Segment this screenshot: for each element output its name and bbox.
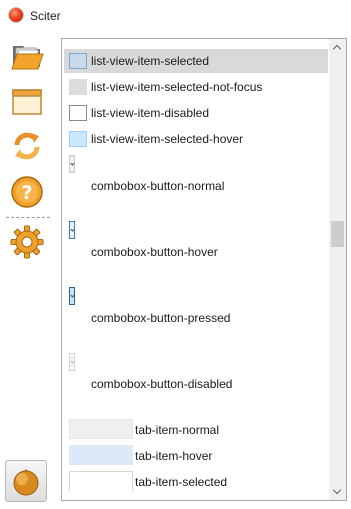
list-item-label: list-view-item-disabled: [91, 106, 210, 120]
vertical-scrollbar[interactable]: [329, 39, 346, 500]
window-button[interactable]: [8, 83, 46, 121]
settings-button[interactable]: [8, 223, 46, 261]
title-bar: Sciter: [0, 0, 351, 32]
list-item-label: combobox-button-normal: [91, 179, 225, 193]
tab-item-selected-swatch: [69, 471, 133, 491]
list-item[interactable]: combobox-button-normal: [64, 155, 328, 195]
combobox-button-pressed-glyph: [69, 287, 75, 305]
refresh-button[interactable]: [8, 127, 46, 165]
tab-item-hover-swatch: [69, 445, 133, 465]
list-item[interactable]: combobox-button-disabled: [64, 353, 328, 393]
folder-open-button[interactable]: [8, 37, 46, 75]
list-item-label: tab-item-normal: [135, 423, 220, 437]
scroll-up-button[interactable]: [329, 39, 346, 56]
list-item[interactable]: combobox-button-hover: [64, 221, 328, 261]
list-item[interactable]: tab-item-selected: [64, 470, 328, 494]
ball-icon: [13, 469, 39, 496]
list-item-label: tab-item-hover: [135, 449, 213, 463]
theme-button[interactable]: [5, 460, 47, 502]
sidebar: ?: [0, 36, 56, 509]
state-swatch: [69, 53, 87, 69]
element-states-list[interactable]: list-view-item-selected list-view-item-s…: [61, 38, 347, 501]
list-item-label: combobox-button-pressed: [91, 311, 231, 325]
state-swatch: [69, 79, 87, 95]
combobox-button-disabled-glyph: [69, 353, 75, 371]
list-item[interactable]: list-view-item-disabled: [64, 101, 328, 125]
scrollbar-thumb[interactable]: [331, 221, 344, 247]
refresh-icon: [14, 132, 40, 160]
state-swatch: [69, 105, 87, 121]
list-item-label: list-view-item-selected-not-focus: [91, 80, 263, 94]
help-button[interactable]: ?: [8, 173, 46, 211]
list-item-label: list-view-item-selected: [91, 54, 210, 68]
tab-item-normal-swatch: [69, 419, 133, 439]
combobox-button-normal-glyph: [69, 155, 75, 173]
list-item[interactable]: tab-item-hover: [64, 444, 328, 468]
list-item-label: list-view-item-selected-hover: [91, 132, 244, 146]
list-item-label: combobox-button-hover: [91, 245, 218, 259]
help-icon: ?: [11, 176, 43, 208]
combobox-button-hover-glyph: [69, 221, 75, 239]
app-logo-icon: [9, 8, 23, 22]
window-icon: [12, 89, 42, 115]
gear-icon: [10, 225, 44, 259]
list-item[interactable]: list-view-item-selected-hover: [64, 127, 328, 151]
state-swatch: [69, 131, 87, 147]
list-item[interactable]: list-view-item-selected-not-focus: [64, 75, 328, 99]
window-title: Sciter: [30, 9, 61, 23]
list-item[interactable]: combobox-button-pressed: [64, 287, 328, 327]
list-item[interactable]: list-view-item-selected: [64, 49, 328, 73]
folder-open-icon: [11, 46, 44, 70]
sidebar-divider: [6, 217, 50, 218]
svg-text:?: ?: [21, 182, 32, 204]
list-item[interactable]: tab-item-normal: [64, 418, 328, 442]
list-item-label: tab-item-selected: [135, 475, 228, 489]
list-item-label: combobox-button-disabled: [91, 377, 233, 391]
scroll-down-button[interactable]: [329, 483, 346, 500]
list-content: list-view-item-selected list-view-item-s…: [62, 39, 328, 500]
